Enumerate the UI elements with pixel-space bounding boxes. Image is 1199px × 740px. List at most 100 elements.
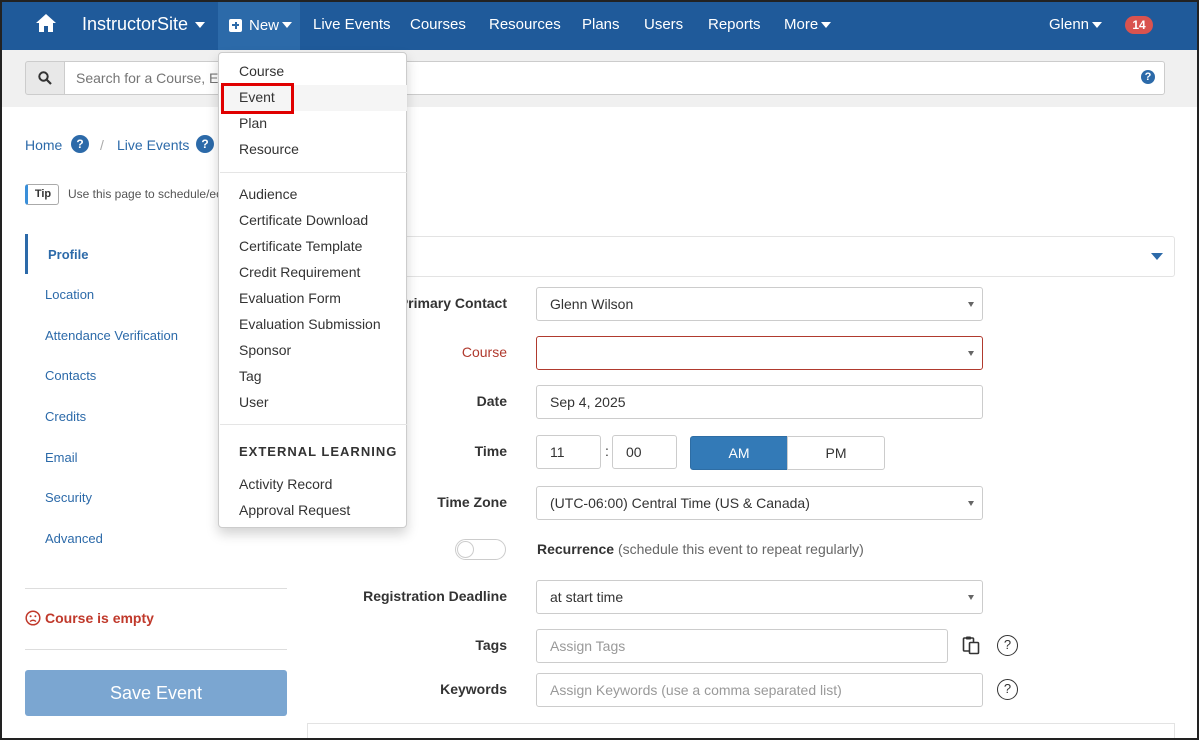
help-icon[interactable]: ? [71,135,89,153]
menu-item-tag[interactable]: Tag [239,368,262,384]
course-label: Course [461,344,507,360]
sidebar-item-contacts[interactable]: Contacts [45,368,96,383]
save-event-button[interactable]: Save Event [25,670,287,716]
chevron-down-icon [821,22,832,29]
nav-users[interactable]: Users [644,16,683,33]
registration-deadline-label: Registration Deadline [363,588,507,604]
sad-face-icon [25,610,41,626]
breadcrumb-home[interactable]: Home [25,137,62,153]
menu-item-course[interactable]: Course [239,63,284,79]
nav-more-label: More [784,16,819,33]
nav-courses[interactable]: Courses [410,16,466,33]
menu-item-sponsor[interactable]: Sponsor [239,342,291,358]
divider [25,649,287,650]
pm-button[interactable]: PM [787,436,885,470]
menu-item-evaluation-submission[interactable]: Evaluation Submission [239,316,381,332]
help-icon[interactable]: ? [196,135,214,153]
course-select[interactable] [536,336,983,370]
time-zone-value: (UTC-06:00) Central Time (US & Canada) [550,495,810,511]
time-zone-label: Time Zone [437,494,507,510]
sidebar-item-security[interactable]: Security [45,490,92,505]
time-label: Time [474,443,507,459]
date-input[interactable]: Sep 4, 2025 [536,385,983,419]
search-button[interactable] [25,61,65,95]
primary-contact-select[interactable]: Glenn Wilson [536,287,983,321]
tags-placeholder: Assign Tags [550,638,626,654]
brand-name: InstructorSite [82,14,189,34]
warning-text: Course is empty [45,610,154,626]
date-value: Sep 4, 2025 [550,394,626,410]
tip-badge: Tip [25,184,59,205]
chevron-down-icon [968,351,974,356]
keywords-input[interactable]: Assign Keywords (use a comma separated l… [536,673,983,707]
clipboard-icon[interactable] [961,635,981,655]
nav-live-events[interactable]: Live Events [313,16,391,33]
time-zone-select[interactable]: (UTC-06:00) Central Time (US & Canada) [536,486,983,520]
am-button[interactable]: AM [690,436,788,470]
nav-resources[interactable]: Resources [489,16,561,33]
menu-item-activity-record[interactable]: Activity Record [239,476,332,492]
recurrence-title: Recurrence [537,541,615,557]
nav-more[interactable]: More [784,16,832,33]
menu-item-resource[interactable]: Resource [239,141,299,157]
course-empty-warning: Course is empty [25,610,154,626]
minute-input[interactable]: 00 [612,435,677,469]
keywords-help-icon[interactable]: ? [997,679,1018,700]
menu-item-evaluation-form[interactable]: Evaluation Form [239,290,341,306]
menu-divider [220,172,407,173]
highlight-box [221,83,294,114]
location-panel-header[interactable] [307,723,1175,740]
collapse-caret-icon[interactable] [1151,253,1163,260]
menu-item-audience[interactable]: Audience [239,186,297,202]
date-label: Date [476,393,507,409]
menu-item-certificate-download[interactable]: Certificate Download [239,212,368,228]
nav-plans[interactable]: Plans [582,16,620,33]
menu-divider [220,424,407,425]
menu-item-plan[interactable]: Plan [239,115,267,131]
primary-contact-label: Primary Contact [398,295,507,311]
brand-menu[interactable]: InstructorSite [82,14,206,35]
plus-icon [229,18,242,32]
menu-item-credit-requirement[interactable]: Credit Requirement [239,264,360,280]
sidebar-item-profile[interactable]: Profile [48,247,88,262]
primary-contact-value: Glenn Wilson [550,296,634,312]
notification-badge[interactable]: 14 [1125,16,1153,34]
recurrence-hint: (schedule this event to repeat regularly… [617,541,864,557]
registration-deadline-select[interactable]: at start time [536,580,983,614]
sidebar-item-location[interactable]: Location [45,287,94,302]
toggle-knob [457,541,474,558]
hour-value: 11 [550,444,565,460]
new-menu-label: New [249,16,280,34]
menu-item-approval-request[interactable]: Approval Request [239,502,350,518]
chevron-down-icon [1092,22,1103,29]
chevron-down-icon [195,21,206,28]
tags-input[interactable]: Assign Tags [536,629,948,663]
sidebar-item-email[interactable]: Email [45,450,78,465]
keywords-label: Keywords [440,681,507,697]
search-help-icon[interactable]: ? [1141,70,1155,84]
tags-label: Tags [475,637,507,653]
tags-help-icon[interactable]: ? [997,635,1018,656]
hour-input[interactable]: 11 [536,435,601,469]
sidebar-item-advanced[interactable]: Advanced [45,531,103,546]
profile-panel-header[interactable] [307,236,1175,277]
sidebar-item-attendance-verification[interactable]: Attendance Verification [45,328,178,343]
new-menu-button[interactable]: New [218,0,300,50]
recurrence-toggle[interactable] [455,539,506,560]
sidebar-item-credits[interactable]: Credits [45,409,86,424]
user-name: Glenn [1049,16,1090,33]
search-icon [38,71,52,85]
breadcrumb-live-events[interactable]: Live Events [117,137,189,153]
home-icon[interactable] [35,12,57,34]
registration-deadline-value: at start time [550,589,624,605]
user-menu[interactable]: Glenn [1049,16,1103,33]
menu-item-certificate-template[interactable]: Certificate Template [239,238,362,254]
chevron-down-icon [282,22,293,28]
keywords-placeholder: Assign Keywords (use a comma separated l… [550,682,842,698]
nav-reports[interactable]: Reports [708,16,761,33]
tip-text: Use this page to schedule/ec [68,187,223,201]
menu-item-user[interactable]: User [239,394,269,410]
time-separator: : [605,443,609,459]
menu-section-heading: EXTERNAL LEARNING [239,444,398,459]
minute-value: 00 [626,444,642,460]
